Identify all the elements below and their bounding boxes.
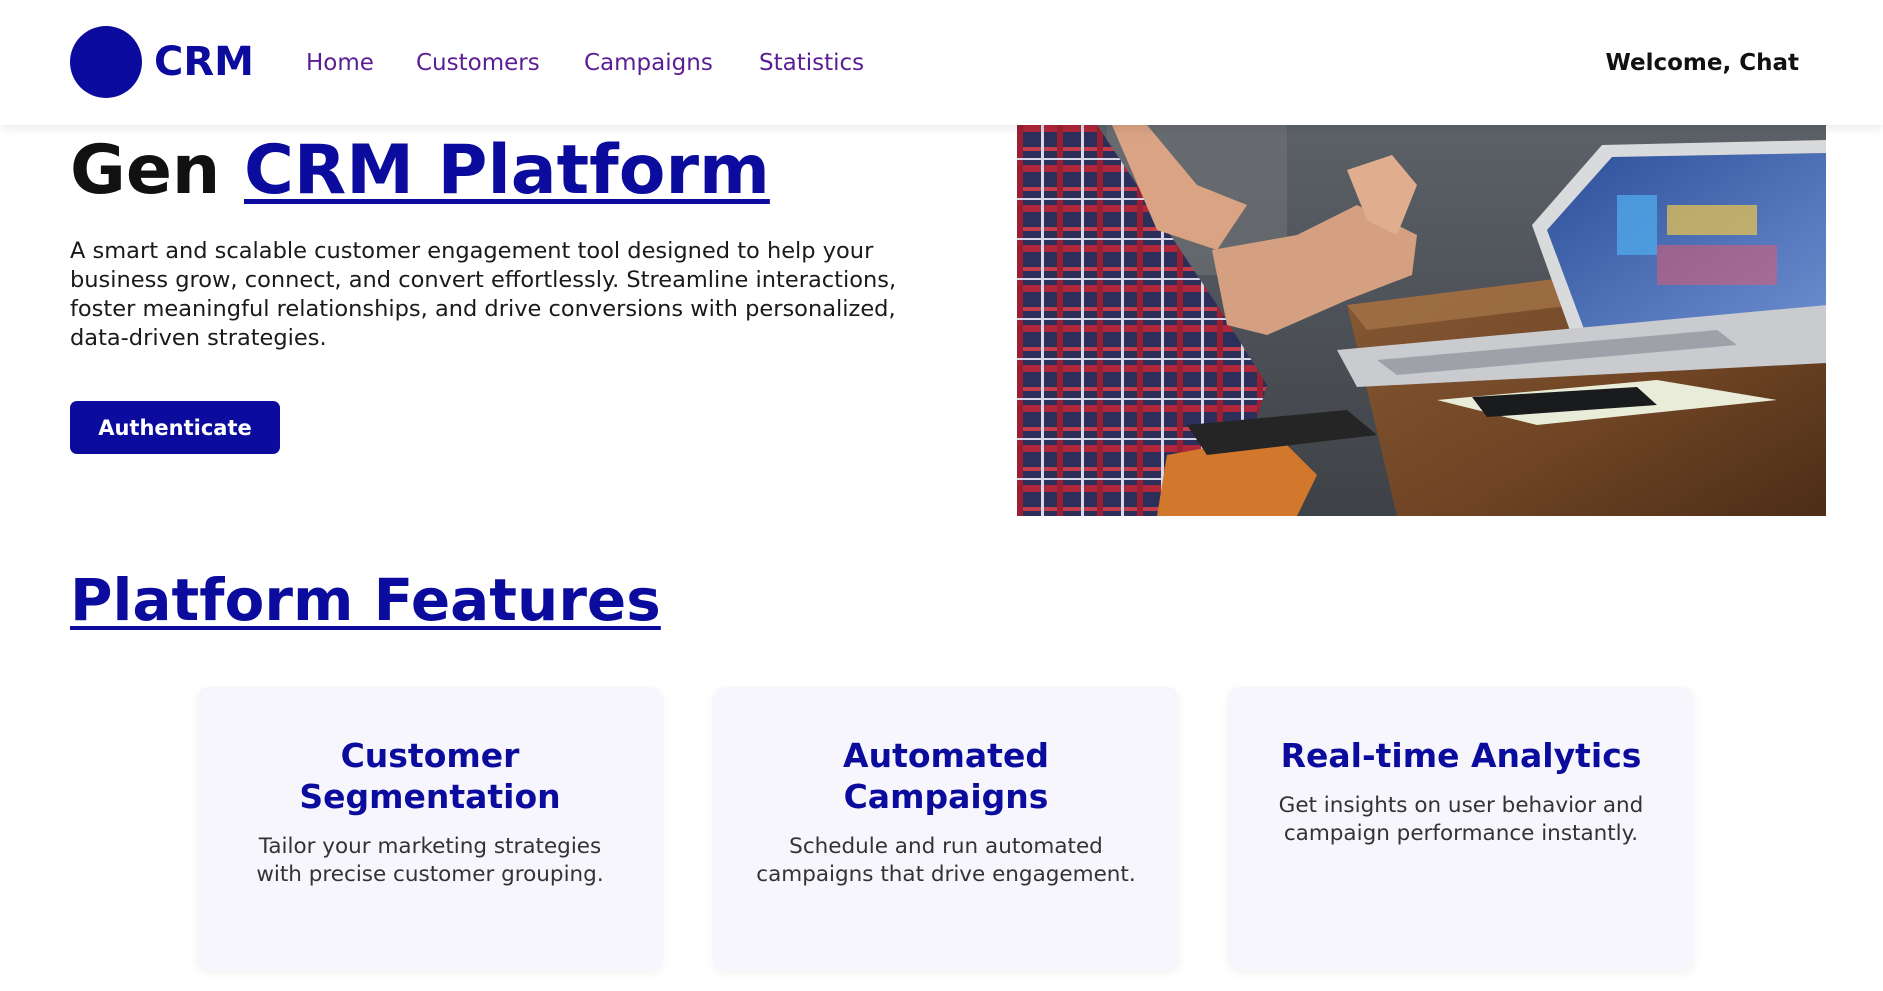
feature-card-automation: Automated Campaigns Schedule and run aut… [713, 687, 1179, 970]
hero-title-prefix: Gen [70, 131, 221, 210]
feature-card-title: Customer Segmentation [299, 736, 561, 816]
nav-link-customers[interactable]: Customers [416, 48, 540, 78]
hero-title-link[interactable]: CRM Platform [244, 131, 770, 210]
hero-title: Gen CRM Platform [70, 126, 770, 216]
hero-image [1017, 125, 1826, 516]
top-navbar: CRM Home Customers Campaigns Statistics … [0, 0, 1883, 125]
feature-card-title: Real-time Analytics [1280, 736, 1642, 775]
feature-card-description: Get insights on user behavior and campai… [1278, 793, 1644, 846]
hero-description: A smart and scalable customer engagement… [70, 238, 897, 351]
feature-card-description: Tailor your marketing strategies with pr… [256, 834, 604, 887]
feature-card-description: Schedule and run automated campaigns tha… [756, 834, 1136, 887]
welcome-message: Welcome, Chat [1605, 50, 1799, 76]
logo-icon[interactable] [70, 26, 142, 98]
feature-card-segmentation: Customer Segmentation Tailor your market… [197, 687, 663, 970]
logo-text[interactable]: CRM [154, 38, 254, 86]
feature-card-title: Automated Campaigns [843, 736, 1049, 816]
nav-link-home[interactable]: Home [306, 48, 374, 78]
nav-link-campaigns[interactable]: Campaigns [584, 48, 713, 78]
nav-link-statistics[interactable]: Statistics [759, 48, 864, 78]
features-title[interactable]: Platform Features [70, 560, 661, 640]
feature-card-analytics: Real-time Analytics Get insights on user… [1228, 687, 1694, 970]
authenticate-button[interactable]: Authenticate [70, 401, 280, 454]
